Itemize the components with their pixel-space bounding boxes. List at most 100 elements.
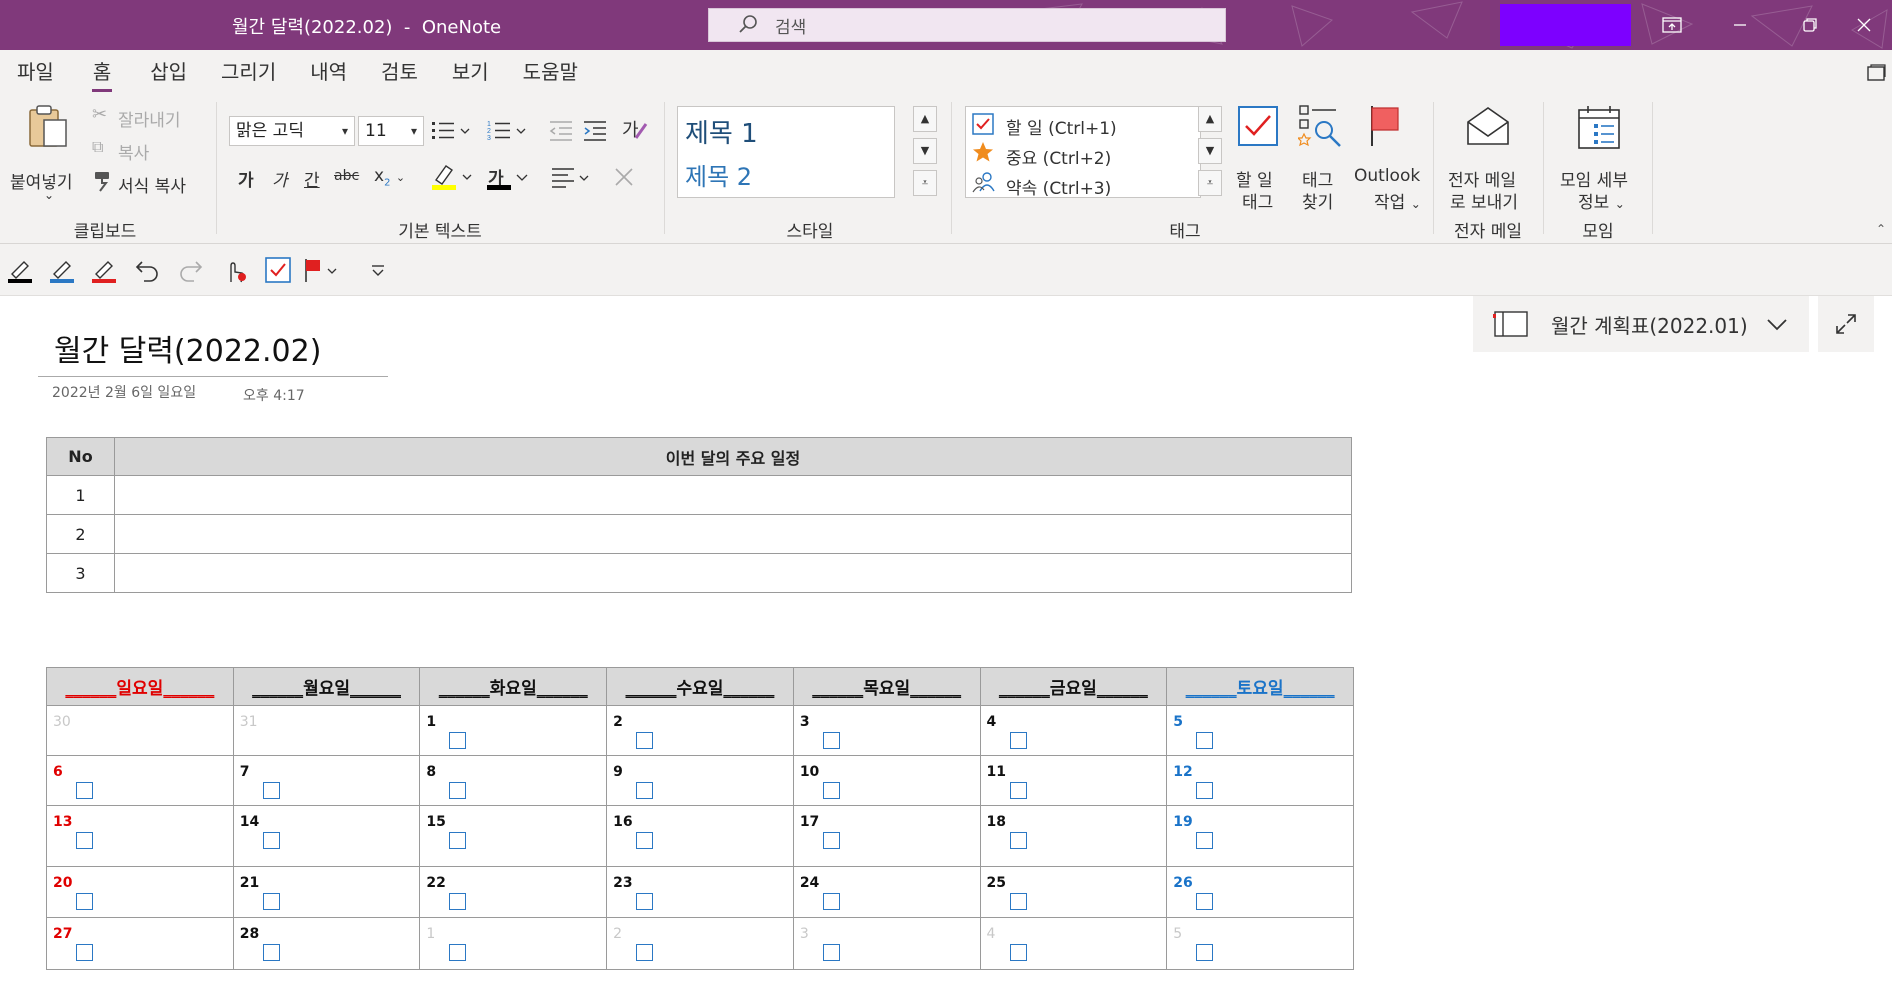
tags-scroll-down-button[interactable]: ▼: [1198, 138, 1222, 164]
todo-checkbox[interactable]: [76, 944, 93, 961]
pen-black-icon[interactable]: [6, 256, 34, 284]
todo-checkbox[interactable]: [1196, 732, 1214, 749]
paste-button[interactable]: 붙여넣기 ⌄: [8, 104, 84, 204]
calendar-day-cell[interactable]: 14: [232, 805, 421, 867]
todo-checkbox[interactable]: [262, 893, 280, 910]
meeting-details-button[interactable]: 모임 세부 정보 ⌄: [1550, 104, 1646, 213]
calendar-day-cell[interactable]: 23: [606, 866, 794, 918]
calendar-day-cell[interactable]: 1: [419, 705, 608, 756]
pen-blue-icon[interactable]: [48, 256, 76, 284]
calendar-day-cell[interactable]: 5: [1166, 917, 1354, 970]
calendar-day-cell[interactable]: 4: [979, 705, 1168, 756]
calendar-day-cell[interactable]: 22: [419, 866, 608, 918]
tab-history[interactable]: 내역: [293, 50, 364, 94]
calendar-day-cell[interactable]: 4: [979, 917, 1168, 970]
expand-button[interactable]: [1818, 296, 1874, 352]
style-heading-1[interactable]: 제목 1: [685, 113, 758, 150]
clear-formatting-icon[interactable]: 가: [620, 116, 650, 144]
format-painter-button[interactable]: 서식 복사: [92, 170, 202, 197]
full-page-view-icon[interactable]: [1866, 64, 1886, 82]
calendar-day-cell[interactable]: 5: [1166, 705, 1354, 756]
calendar-day-cell[interactable]: 1: [419, 917, 608, 970]
calendar-day-cell[interactable]: 11: [979, 755, 1168, 806]
todo-checkbox[interactable]: [636, 732, 654, 749]
tag-important[interactable]: 중요 (Ctrl+2): [972, 141, 1192, 169]
calendar-day-cell[interactable]: 9: [606, 755, 794, 806]
email-page-button[interactable]: 전자 메일 로 보내기: [1440, 104, 1536, 213]
todo-checkbox[interactable]: [1196, 832, 1214, 849]
page-navigation-dropdown[interactable]: 월간 계획표(2022.01): [1473, 296, 1809, 352]
todo-checkbox[interactable]: [449, 893, 467, 910]
calendar-day-cell[interactable]: 28: [232, 917, 421, 970]
calendar-day-cell[interactable]: 15: [419, 805, 608, 867]
todo-checkbox[interactable]: [449, 944, 467, 961]
flag-icon[interactable]: [302, 256, 342, 284]
decrease-indent-icon[interactable]: [548, 118, 574, 144]
calendar-day-cell[interactable]: 18: [979, 805, 1168, 867]
styles-more-button[interactable]: ⩡: [913, 170, 937, 196]
copy-button[interactable]: ⧉ 복사: [92, 137, 202, 164]
collapse-ribbon-icon[interactable]: ⌃: [1876, 222, 1886, 236]
highlight-color-icon[interactable]: [430, 162, 476, 192]
tags-scroll-up-button[interactable]: ▲: [1198, 106, 1222, 132]
font-size-dropdown[interactable]: 11 ▾: [358, 116, 424, 146]
calendar-day-cell[interactable]: 31: [232, 705, 421, 756]
strikethrough-button[interactable]: abc: [334, 168, 359, 184]
todo-checkbox[interactable]: [449, 732, 467, 749]
account-button[interactable]: [1500, 4, 1631, 46]
todo-checkbox[interactable]: [1196, 944, 1214, 961]
numbering-icon[interactable]: 123: [486, 118, 528, 144]
calendar-day-cell[interactable]: 30: [46, 705, 234, 756]
todo-checkbox[interactable]: [822, 732, 840, 749]
calendar-day-cell[interactable]: 25: [979, 866, 1168, 918]
tag-appointment[interactable]: 약속 (Ctrl+3): [972, 171, 1192, 199]
page-title[interactable]: 월간 달력(2022.02): [54, 326, 321, 370]
calendar-day-cell[interactable]: 27: [46, 917, 234, 970]
calendar-day-cell[interactable]: 6: [46, 755, 234, 806]
styles-scroll-up-button[interactable]: ▲: [913, 106, 937, 132]
calendar-day-cell[interactable]: 21: [232, 866, 421, 918]
delete-icon[interactable]: [613, 166, 635, 188]
calendar-day-cell[interactable]: 10: [792, 755, 981, 806]
calendar-day-cell[interactable]: 26: [1166, 866, 1354, 918]
underline-button[interactable]: 간: [304, 166, 320, 191]
schedule-cell[interactable]: [114, 553, 1352, 593]
tab-insert[interactable]: 삽입: [133, 50, 204, 94]
todo-checkbox[interactable]: [76, 893, 93, 910]
todo-checkbox[interactable]: [636, 782, 654, 799]
todo-checkbox[interactable]: [1009, 832, 1027, 849]
calendar-day-cell[interactable]: 2: [606, 917, 794, 970]
schedule-cell[interactable]: [114, 475, 1352, 515]
todo-checkbox[interactable]: [822, 782, 840, 799]
styles-scroll-down-button[interactable]: ▼: [913, 138, 937, 164]
bullets-icon[interactable]: [430, 118, 472, 144]
calendar-day-cell[interactable]: 8: [419, 755, 608, 806]
todo-checkbox[interactable]: [1009, 732, 1027, 749]
tags-more-button[interactable]: ⩡: [1198, 170, 1222, 196]
increase-indent-icon[interactable]: [582, 118, 608, 144]
todo-checkbox[interactable]: [449, 782, 467, 799]
todo-checkbox[interactable]: [449, 832, 467, 849]
todo-checkbox[interactable]: [1196, 782, 1214, 799]
style-heading-2[interactable]: 제목 2: [685, 157, 752, 192]
cut-button[interactable]: ✂ 잘라내기: [92, 104, 202, 131]
todo-checkbox[interactable]: [1196, 893, 1214, 910]
todo-checkbox[interactable]: [1009, 782, 1027, 799]
calendar-day-cell[interactable]: 24: [792, 866, 981, 918]
outlook-tasks-button[interactable]: Outlook 작업 ⌄: [1352, 104, 1424, 213]
tab-home[interactable]: 홈: [71, 50, 133, 94]
todo-checkbox[interactable]: [76, 832, 93, 849]
calendar-day-cell[interactable]: 16: [606, 805, 794, 867]
todo-checkbox[interactable]: [262, 944, 280, 961]
search-box[interactable]: 검색: [708, 8, 1226, 42]
pen-red-icon[interactable]: [90, 256, 118, 284]
todo-checkbox-icon[interactable]: [264, 256, 292, 284]
tab-file[interactable]: 파일: [0, 50, 71, 94]
todo-tag-button[interactable]: 할 일 태그: [1232, 104, 1286, 213]
calendar-day-cell[interactable]: 12: [1166, 755, 1354, 806]
todo-checkbox[interactable]: [822, 944, 840, 961]
todo-checkbox[interactable]: [636, 893, 654, 910]
touch-mode-icon[interactable]: [222, 256, 250, 284]
font-name-dropdown[interactable]: 맑은 고딕 ▾: [229, 116, 355, 146]
ribbon-display-options-button[interactable]: [1644, 0, 1700, 50]
